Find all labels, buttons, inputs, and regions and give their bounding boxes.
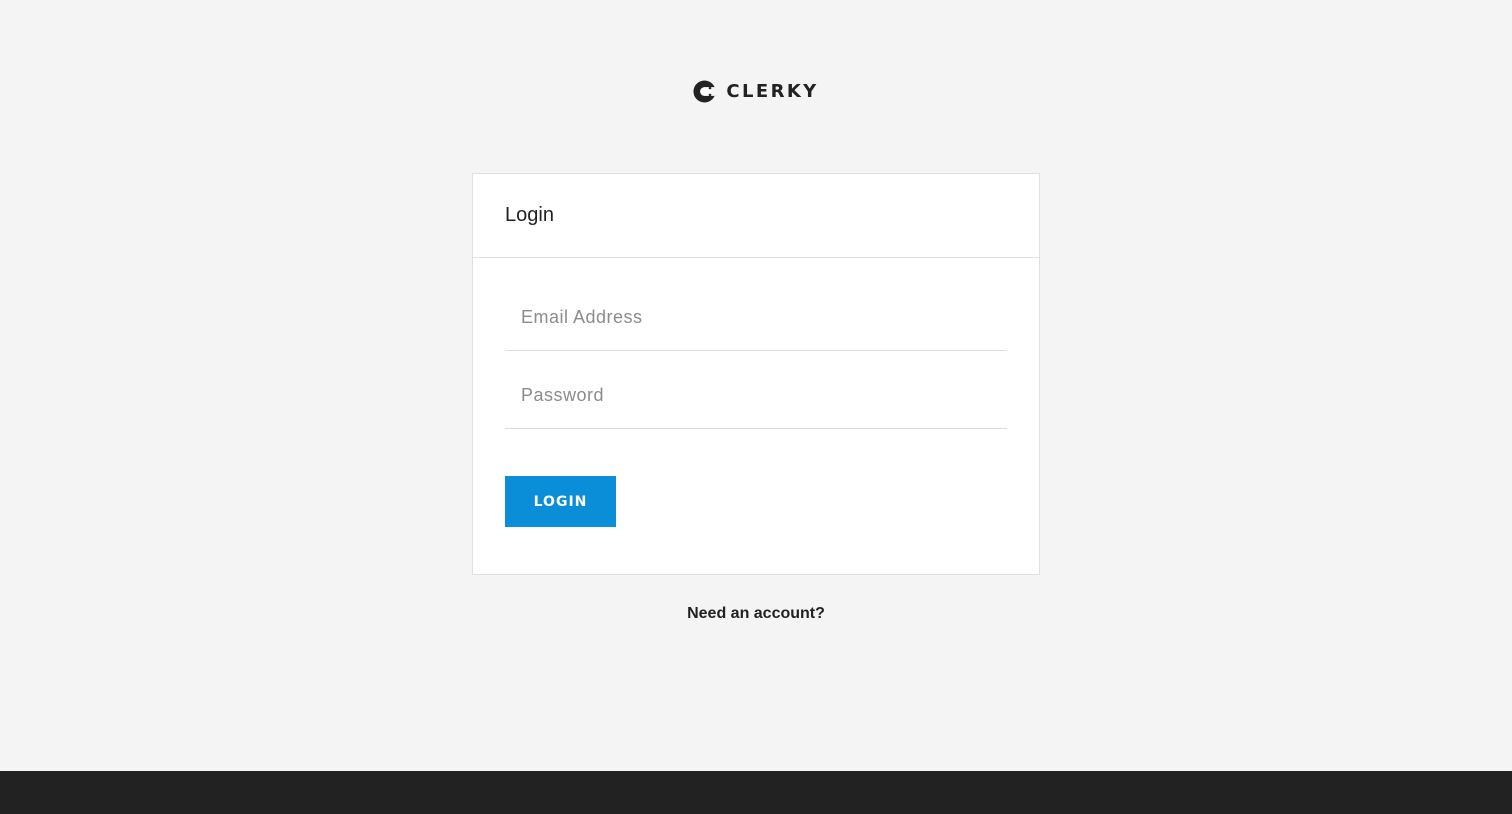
need-account-link[interactable]: Need an account? — [687, 605, 825, 622]
password-field-wrapper — [505, 351, 1007, 429]
clerky-c-logo-icon — [693, 79, 717, 103]
login-card: Login LOGIN — [472, 173, 1040, 575]
page-footer — [0, 771, 1512, 814]
email-input[interactable] — [505, 302, 1007, 332]
login-button[interactable]: LOGIN — [505, 476, 616, 527]
signup-link-container: Need an account? — [0, 605, 1512, 623]
brand-name: CLERKY — [726, 80, 819, 102]
brand-header: CLERKY — [0, 78, 1512, 104]
password-input[interactable] — [505, 380, 1007, 410]
login-card-title: Login — [505, 204, 554, 226]
login-card-header: Login — [473, 174, 1039, 258]
email-field-wrapper — [505, 273, 1007, 351]
login-form: LOGIN — [473, 273, 1039, 527]
login-page: CLERKY Login LOGIN Need an account? — [0, 0, 1512, 814]
